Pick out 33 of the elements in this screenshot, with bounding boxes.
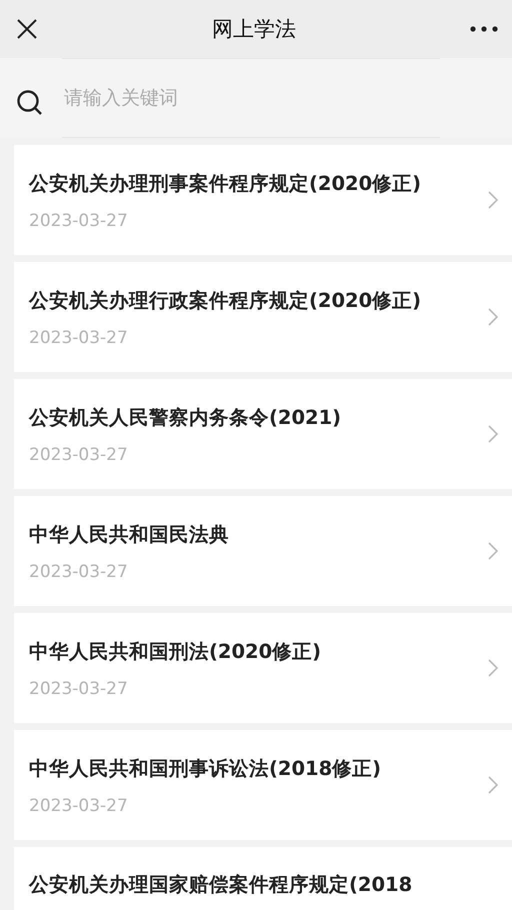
item-title: 公安机关办理行政案件程序规定(2020修正) xyxy=(29,288,422,314)
item-title: 中华人民共和国刑事诉讼法(2018修正) xyxy=(29,756,382,782)
search-field[interactable]: 请输入关键词 xyxy=(62,58,440,138)
item-title: 公安机关办理国家赔偿案件程序规定(2018 xyxy=(29,872,414,898)
chevron-icon xyxy=(488,542,498,560)
law-item[interactable]: 中华人民共和国刑事诉讼法(2018修正) 2023-03-27 xyxy=(14,730,512,840)
item-date: 2023-03-27 xyxy=(29,562,129,582)
item-date: 2023-03-27 xyxy=(29,210,129,230)
chevron-icon xyxy=(488,425,498,443)
law-item[interactable]: 公安机关办理国家赔偿案件程序规定(2018 xyxy=(14,847,512,910)
item-date: 2023-03-27 xyxy=(29,796,129,816)
law-item[interactable]: 中华人民共和国刑法(2020修正) 2023-03-27 xyxy=(14,613,512,723)
item-date: 2023-03-27 xyxy=(29,444,129,464)
item-title: 公安机关办理刑事案件程序规定(2020修正) xyxy=(29,170,422,196)
item-date: 2023-03-27 xyxy=(29,678,129,698)
chevron-icon xyxy=(488,191,498,209)
chevron-icon xyxy=(488,776,498,794)
chevron-icon xyxy=(488,308,498,326)
item-title: 中华人民共和国刑法(2020修正) xyxy=(29,638,322,664)
more-button[interactable] xyxy=(470,26,498,32)
law-item[interactable]: 公安机关办理刑事案件程序规定(2020修正) 2023-03-27 xyxy=(14,145,512,255)
law-item[interactable]: 公安机关办理行政案件程序规定(2020修正) 2023-03-27 xyxy=(14,262,512,372)
law-item[interactable]: 公安机关人民警察内务条令(2021) 2023-03-27 xyxy=(14,379,512,489)
search-icon xyxy=(16,89,44,117)
item-date: 2023-03-27 xyxy=(29,328,129,348)
chevron-icon xyxy=(488,659,498,677)
close-button[interactable] xyxy=(16,18,38,40)
item-title: 公安机关人民警察内务条令(2021) xyxy=(29,404,342,430)
page-title: 网上学法 xyxy=(212,16,296,43)
item-title: 中华人民共和国民法典 xyxy=(29,522,230,548)
close-icon xyxy=(16,18,38,40)
law-item[interactable]: 中华人民共和国民法典 2023-03-27 xyxy=(14,496,512,606)
more-icon xyxy=(470,26,498,32)
